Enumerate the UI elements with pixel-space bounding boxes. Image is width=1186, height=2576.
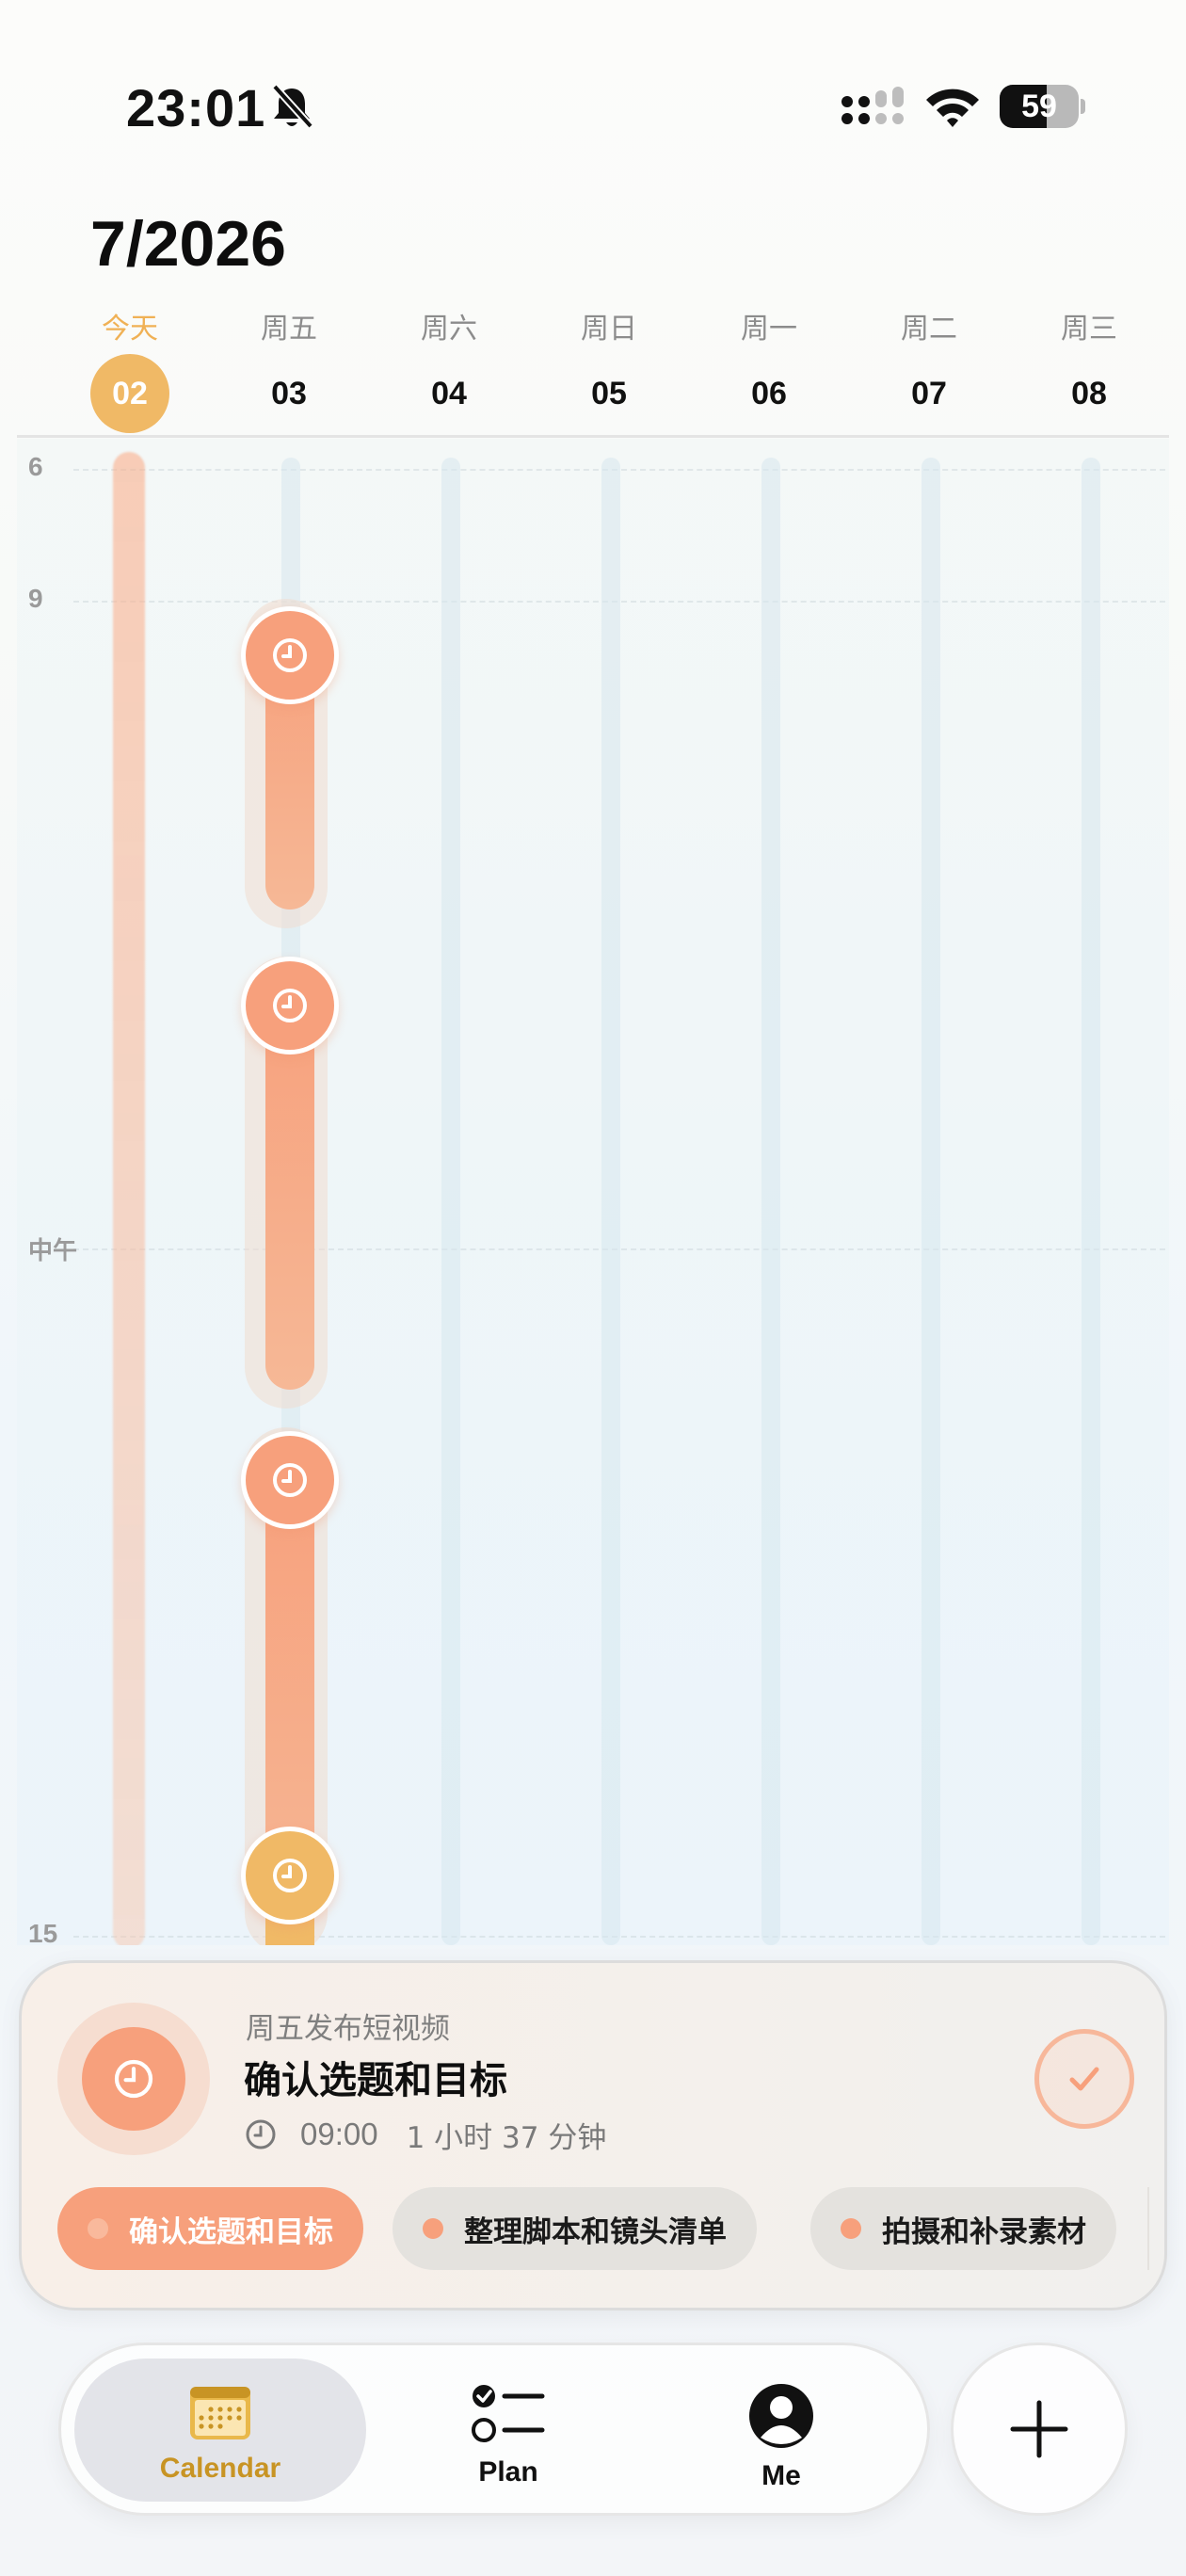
day-wed[interactable]: 周三 08 bbox=[1033, 301, 1146, 433]
day-label: 周五 bbox=[261, 313, 317, 346]
event-marker[interactable] bbox=[241, 606, 339, 704]
add-button[interactable] bbox=[951, 2343, 1128, 2516]
status-time: 23:01 bbox=[126, 78, 266, 137]
checklist-icon bbox=[472, 2385, 545, 2442]
bell-slash-icon bbox=[272, 84, 313, 129]
tab-label: Me bbox=[761, 2460, 801, 2491]
subtask-chip-label: 确认选题和目标 bbox=[129, 2214, 333, 2249]
task-detail-card[interactable]: 周五发布短视频 确认选题和目标 09:00 1 小时 37 分钟 确认选题和目标… bbox=[19, 1960, 1167, 2310]
event-marker[interactable] bbox=[241, 1827, 339, 1924]
tab-bar: Calendar Plan Me bbox=[58, 2343, 930, 2516]
day-fri[interactable]: 周五 03 bbox=[232, 301, 345, 433]
task-icon bbox=[57, 2003, 210, 2155]
day-label: 周三 bbox=[1061, 313, 1117, 346]
clock-icon bbox=[246, 2119, 276, 2149]
day-number: 02 bbox=[90, 354, 169, 433]
plus-icon bbox=[1010, 2400, 1068, 2458]
day-today[interactable]: 今天 02 bbox=[73, 301, 186, 433]
day-number: 06 bbox=[751, 376, 787, 411]
hour-label-15: 15 bbox=[28, 1919, 58, 1945]
day-number: 04 bbox=[431, 376, 467, 411]
day-number: 08 bbox=[1071, 376, 1107, 411]
day-mon[interactable]: 周一 06 bbox=[713, 301, 825, 433]
clock-icon bbox=[273, 1463, 307, 1497]
battery-percent: 59 bbox=[1021, 89, 1057, 124]
day-label: 周二 bbox=[901, 313, 957, 346]
day-lane bbox=[922, 458, 940, 1945]
subtask-chip-more[interactable] bbox=[1147, 2187, 1149, 2270]
day-sat[interactable]: 周六 04 bbox=[393, 301, 505, 433]
tab-label: Plan bbox=[478, 2456, 538, 2487]
day-label: 今天 bbox=[102, 313, 158, 346]
subtask-chip[interactable]: 确认选题和目标 bbox=[57, 2187, 363, 2270]
tab-calendar[interactable]: Calendar bbox=[74, 2359, 366, 2502]
status-bar: 23:01 59 bbox=[0, 0, 1186, 188]
day-sun[interactable]: 周日 05 bbox=[553, 301, 665, 433]
event-marker[interactable] bbox=[241, 1431, 339, 1529]
subtask-chip-label: 整理脚本和镜头清单 bbox=[464, 2214, 727, 2249]
tab-label: Calendar bbox=[159, 2453, 281, 2484]
day-lane bbox=[601, 458, 620, 1945]
tab-plan[interactable]: Plan bbox=[409, 2359, 607, 2502]
day-lane bbox=[441, 458, 460, 1945]
cellular-signal-icon bbox=[841, 87, 904, 124]
today-lane bbox=[113, 452, 145, 1945]
hour-label-noon: 中午 bbox=[28, 1237, 78, 1265]
hour-label-6: 6 bbox=[28, 452, 43, 481]
timeline[interactable]: 6 9 中午 15 bbox=[17, 439, 1169, 1945]
task-start-time: 09:00 bbox=[300, 2117, 378, 2151]
subtask-chip[interactable]: 整理脚本和镜头清单 bbox=[393, 2187, 757, 2270]
clock-icon bbox=[273, 989, 307, 1022]
person-icon bbox=[749, 2384, 813, 2448]
wifi-icon bbox=[926, 89, 979, 127]
complete-task-button[interactable] bbox=[1034, 2029, 1134, 2129]
tab-me[interactable]: Me bbox=[682, 2359, 880, 2502]
task-title: 确认选题和目标 bbox=[244, 2059, 507, 2102]
day-tue[interactable]: 周二 07 bbox=[873, 301, 986, 433]
checkmark-icon bbox=[1069, 2067, 1099, 2091]
month-title[interactable]: 7/2026 bbox=[90, 207, 286, 281]
day-label: 周六 bbox=[421, 313, 477, 346]
task-duration: 1 小时 37 分钟 bbox=[406, 2120, 607, 2155]
hour-label-9: 9 bbox=[28, 584, 43, 613]
subtask-chips: 确认选题和目标 整理脚本和镜头清单 拍摄和补录素材 bbox=[57, 2187, 1149, 2274]
day-label: 周日 bbox=[581, 313, 637, 346]
subtask-chip-label: 拍摄和补录素材 bbox=[882, 2214, 1086, 2249]
week-strip: 今天 02 周五 03 周六 04 周日 05 周一 06 周二 07 周三 0… bbox=[0, 301, 1186, 433]
clock-icon bbox=[273, 1859, 307, 1892]
day-label: 周一 bbox=[741, 313, 797, 346]
day-lane bbox=[761, 458, 780, 1945]
clock-icon bbox=[114, 2059, 153, 2099]
day-number: 05 bbox=[591, 376, 627, 411]
day-lane bbox=[1082, 458, 1100, 1945]
battery-indicator: 59 bbox=[1000, 85, 1085, 128]
task-meta: 09:00 1 小时 37 分钟 bbox=[244, 2114, 606, 2155]
calendar-icon bbox=[190, 2387, 250, 2439]
subtask-chip[interactable]: 拍摄和补录素材 bbox=[810, 2187, 1116, 2270]
event-marker[interactable] bbox=[241, 957, 339, 1055]
day-number: 07 bbox=[911, 376, 947, 411]
day-number: 03 bbox=[271, 376, 307, 411]
week-divider bbox=[17, 435, 1169, 438]
task-project: 周五发布短视频 bbox=[246, 2012, 450, 2046]
clock-icon bbox=[273, 638, 307, 672]
